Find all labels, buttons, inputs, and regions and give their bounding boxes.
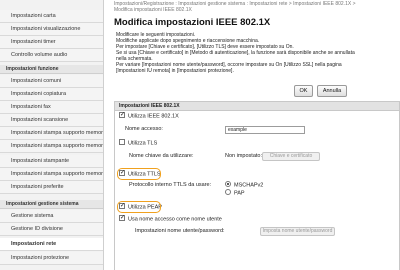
breadcrumb: Impostazioni/Registrazione : Impostazion… bbox=[114, 1, 356, 13]
sidebar-item-display-settings[interactable]: Impostazioni visualizzazione bbox=[0, 23, 103, 36]
sidebar-item-system-management[interactable]: Gestione sistema bbox=[0, 210, 103, 223]
sidebar-item-department-id[interactable]: Gestione ID divisione bbox=[0, 223, 103, 236]
sidebar-item-copy-settings[interactable]: Impostazioni copiatura bbox=[0, 88, 103, 101]
login-name-input[interactable]: example bbox=[225, 126, 305, 134]
description: Modificare le seguenti impostazioni. Mod… bbox=[116, 32, 394, 74]
key-name-label: Nome chiave da utilizzare: bbox=[129, 153, 194, 159]
same-name-label: Usa nome accesso come nome utente bbox=[128, 216, 222, 223]
mschapv2-label: MSCHAPv2 bbox=[234, 182, 264, 189]
page-title: Modifica impostazioni IEEE 802.1X bbox=[114, 17, 271, 28]
login-name-label: Nome accesso: bbox=[125, 126, 163, 132]
description-line: Se si usa [Chiave e certificato] in [Met… bbox=[116, 50, 355, 56]
sidebar-section-management: Impostazioni gestione sistema bbox=[0, 200, 103, 209]
sidebar-item-timer-settings[interactable]: Impostazioni timer bbox=[0, 36, 103, 49]
sidebar-item-network-settings[interactable]: Impostazioni rete bbox=[0, 238, 103, 251]
not-set-label: Non impostato: bbox=[225, 153, 262, 159]
sidebar-item-scan-settings[interactable]: Impostazioni scansione bbox=[0, 114, 103, 127]
breadcrumb-line-2: Modifica impostazioni IEEE 802.1X bbox=[114, 7, 192, 13]
sidebar-item-memory-print-settings-cont: Impostazioni stampa supporto memoria bbox=[0, 140, 103, 153]
ok-button[interactable]: OK bbox=[294, 85, 313, 97]
sidebar-item-security-settings[interactable]: Impostazioni protezione bbox=[0, 252, 103, 265]
ttls-option-pap[interactable]: PAP bbox=[225, 189, 245, 197]
sidebar-item-memory-print-settings[interactable]: Impostazioni stampa supporto memoria bbox=[0, 127, 103, 140]
same-name-checkbox[interactable]: ✓ bbox=[119, 215, 125, 221]
use-ieee-checkbox[interactable]: ✓ bbox=[119, 112, 125, 118]
pap-label: PAP bbox=[234, 190, 245, 197]
sidebar-item-volume-control[interactable]: Controllo volume audio bbox=[0, 49, 103, 62]
mschapv2-radio[interactable] bbox=[225, 181, 231, 187]
pap-radio[interactable] bbox=[225, 189, 231, 195]
use-tls-row: Utilizza TLS bbox=[119, 139, 158, 147]
ttls-option-mschapv2[interactable]: MSCHAPv2 bbox=[225, 181, 264, 189]
sidebar-item-memory-print-settings-2[interactable]: Impostazioni stampa supporto memoria bbox=[0, 168, 103, 181]
section-title: Impostazioni IEEE 802.1X bbox=[115, 102, 399, 111]
sidebar-item-fax-settings[interactable]: Impostazioni fax bbox=[0, 101, 103, 114]
cancel-button[interactable]: Annulla bbox=[317, 85, 347, 97]
use-ieee-label: Utilizza IEEE 802.1X bbox=[128, 113, 179, 120]
peap-highlight bbox=[117, 201, 161, 213]
ttls-protocol-label: Protocollo interno TTLS da usare: bbox=[129, 182, 212, 188]
same-name-row: ✓ Usa nome accesso come nome utente bbox=[119, 215, 222, 223]
user-password-button[interactable]: Imposta nome utente/password bbox=[260, 227, 335, 236]
sidebar: Impostazioni carta Impostazioni visualiz… bbox=[0, 0, 104, 270]
description-line: [Impostazioni IU remota] in [Impostazion… bbox=[116, 68, 234, 74]
sidebar-item-printer-settings[interactable]: Impostazioni stampante bbox=[0, 155, 103, 168]
sidebar-item-paper-settings[interactable]: Impostazioni carta bbox=[0, 10, 103, 23]
sidebar-item-common-settings[interactable]: Impostazioni comuni bbox=[0, 75, 103, 88]
user-password-label: Impostazioni nome utente/password: bbox=[135, 228, 225, 234]
ttls-highlight bbox=[117, 168, 161, 180]
use-tls-checkbox[interactable] bbox=[119, 139, 125, 145]
main-panel: Impostazioni/Registrazione : Impostazion… bbox=[104, 0, 400, 270]
use-ieee-row: ✓ Utilizza IEEE 802.1X bbox=[119, 112, 179, 120]
use-tls-label: Utilizza TLS bbox=[128, 140, 158, 147]
sidebar-section-function: Impostazioni funzione bbox=[0, 65, 103, 74]
sidebar-item-favorite-settings[interactable]: Impostazioni preferite bbox=[0, 181, 103, 194]
key-certificate-button[interactable]: Chiave e certificato bbox=[262, 152, 320, 161]
ieee-settings-section: Impostazioni IEEE 802.1X ✓ Utilizza IEEE … bbox=[114, 101, 400, 270]
